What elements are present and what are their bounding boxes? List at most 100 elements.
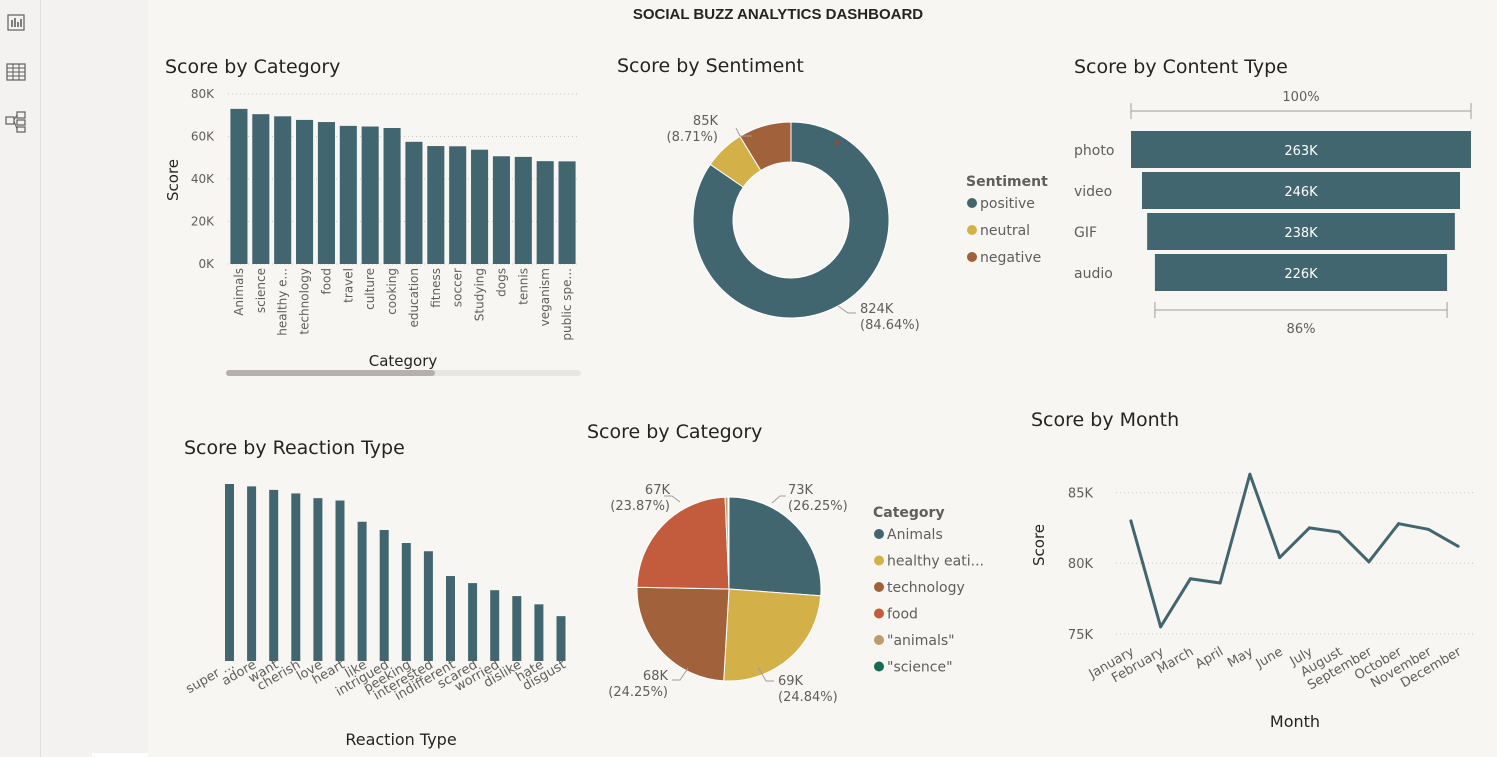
data-label: 68K bbox=[643, 669, 669, 684]
funnel-value-label: 263K bbox=[1284, 144, 1318, 159]
x-tick-label: culture bbox=[363, 268, 377, 310]
left-nav-bar bbox=[0, 0, 41, 757]
data-point bbox=[1397, 522, 1401, 526]
data-label-percent: (84.64%) bbox=[860, 318, 920, 333]
report-canvas: SOCIAL BUZZ ANALYTICS DASHBOARD Score by… bbox=[148, 0, 1497, 757]
data-label-percent: (8.71%) bbox=[667, 130, 718, 145]
x-tick-label: soccer bbox=[451, 268, 465, 307]
legend-marker bbox=[874, 661, 884, 672]
data-label-percent: (26.25%) bbox=[788, 499, 848, 514]
bar[interactable] bbox=[471, 149, 489, 264]
data-point bbox=[1426, 527, 1430, 531]
bar[interactable] bbox=[247, 486, 257, 661]
selection-dot bbox=[835, 141, 839, 145]
x-tick-label: veganism bbox=[538, 268, 552, 326]
bar[interactable] bbox=[230, 108, 248, 264]
bar[interactable] bbox=[423, 551, 433, 661]
bar[interactable] bbox=[225, 484, 234, 661]
legend-item[interactable]: technology bbox=[887, 580, 965, 596]
bar[interactable] bbox=[512, 596, 522, 661]
x-tick-label: healthy e... bbox=[276, 268, 290, 336]
funnel-category-label: photo bbox=[1074, 143, 1114, 159]
bar[interactable] bbox=[449, 146, 467, 264]
model-view-icon[interactable] bbox=[5, 111, 27, 133]
data-point bbox=[1367, 560, 1371, 564]
bar[interactable] bbox=[252, 114, 270, 264]
scrollbar-thumb[interactable] bbox=[226, 370, 435, 376]
data-label: 69K bbox=[778, 674, 804, 689]
data-label-percent: (24.25%) bbox=[608, 685, 668, 700]
data-label-percent: (24.84%) bbox=[778, 690, 838, 705]
legend-marker bbox=[874, 635, 884, 645]
funnel-top-percent: 100% bbox=[1282, 90, 1319, 105]
bar[interactable] bbox=[313, 498, 323, 661]
pie-slice[interactable] bbox=[636, 586, 730, 682]
x-axis-title: Month bbox=[1270, 712, 1320, 731]
funnel-value-label: 246K bbox=[1284, 185, 1318, 200]
x-tick-label: April bbox=[1193, 644, 1226, 672]
pie-slice[interactable] bbox=[723, 588, 822, 682]
y-tick-label: 60K bbox=[191, 130, 215, 144]
legend-item[interactable]: neutral bbox=[980, 223, 1030, 239]
x-tick-label: cooking bbox=[385, 268, 399, 315]
bar[interactable] bbox=[357, 521, 367, 661]
legend-item[interactable]: "science" bbox=[887, 660, 953, 676]
bar[interactable] bbox=[468, 583, 478, 661]
legend-item[interactable]: negative bbox=[980, 250, 1041, 266]
data-point bbox=[1159, 625, 1163, 629]
x-tick-label: fitness bbox=[429, 268, 443, 308]
bar[interactable] bbox=[269, 489, 279, 661]
funnel-value-label: 238K bbox=[1284, 226, 1318, 241]
data-point bbox=[1218, 581, 1222, 585]
y-tick-label: 40K bbox=[191, 172, 215, 186]
legend-item[interactable]: "animals" bbox=[887, 633, 955, 649]
legend-item[interactable]: Animals bbox=[887, 527, 943, 543]
x-tick-label: technology bbox=[298, 268, 312, 335]
data-point bbox=[1248, 472, 1252, 476]
legend-item[interactable]: food bbox=[887, 607, 918, 623]
legend-item[interactable]: positive bbox=[980, 196, 1035, 212]
bar[interactable] bbox=[296, 119, 314, 264]
legend-marker bbox=[967, 198, 977, 208]
bar[interactable] bbox=[446, 576, 455, 661]
x-tick-label: food bbox=[319, 268, 333, 295]
bar[interactable] bbox=[274, 116, 292, 264]
legend-marker bbox=[874, 555, 884, 566]
leader-line bbox=[837, 305, 856, 314]
bar[interactable] bbox=[536, 161, 554, 264]
bar[interactable] bbox=[514, 156, 532, 264]
bar[interactable] bbox=[534, 604, 544, 661]
legend-marker bbox=[874, 608, 884, 619]
x-tick-label: science bbox=[254, 268, 268, 313]
bar[interactable] bbox=[556, 616, 566, 661]
data-point bbox=[1278, 556, 1282, 560]
bar[interactable] bbox=[401, 543, 411, 661]
legend-marker bbox=[967, 252, 977, 262]
legend-item[interactable]: healthy eati... bbox=[887, 554, 984, 570]
y-tick-label: 0K bbox=[198, 257, 215, 271]
leader-line bbox=[771, 495, 786, 504]
report-view-icon[interactable] bbox=[5, 11, 27, 33]
bar[interactable] bbox=[317, 122, 335, 264]
data-label: 824K bbox=[860, 302, 894, 317]
bar[interactable] bbox=[383, 128, 401, 264]
x-axis-title: Reaction Type bbox=[345, 730, 456, 749]
bar[interactable] bbox=[490, 590, 500, 661]
bar[interactable] bbox=[427, 146, 445, 264]
data-label: 85K bbox=[693, 114, 719, 129]
y-tick-label: 80K bbox=[191, 87, 215, 101]
x-tick-label: June bbox=[1253, 644, 1286, 672]
bar[interactable] bbox=[558, 161, 576, 264]
bar[interactable] bbox=[291, 493, 301, 661]
bar[interactable] bbox=[492, 156, 510, 264]
funnel-value-label: 226K bbox=[1284, 267, 1318, 282]
data-point bbox=[1337, 530, 1341, 534]
x-tick-label: travel bbox=[341, 268, 355, 303]
bar[interactable] bbox=[339, 125, 357, 264]
data-view-icon[interactable] bbox=[5, 61, 27, 83]
data-point bbox=[1129, 519, 1133, 523]
bar[interactable] bbox=[379, 530, 389, 661]
bar[interactable] bbox=[361, 126, 379, 264]
bar[interactable] bbox=[405, 141, 423, 264]
bar[interactable] bbox=[335, 500, 345, 661]
